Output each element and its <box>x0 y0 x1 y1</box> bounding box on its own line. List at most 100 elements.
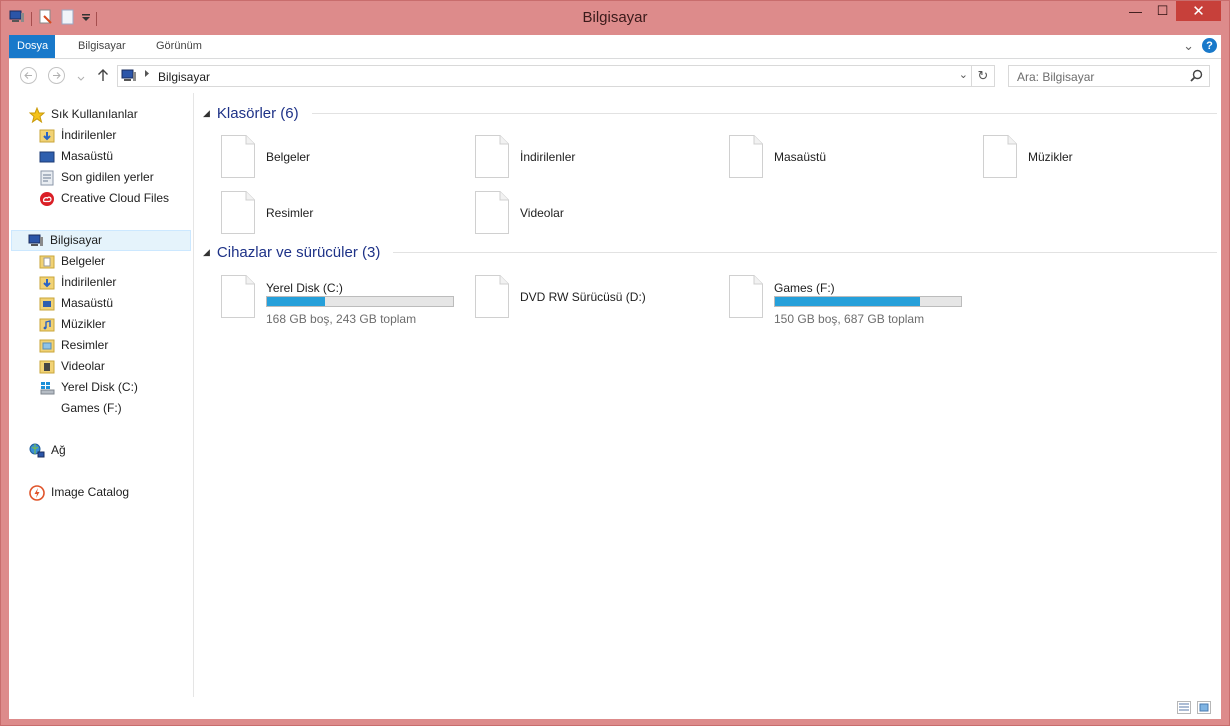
nav-favorites-downloads[interactable]: İndirilenler <box>39 125 116 146</box>
videos-folder-icon <box>39 360 55 373</box>
nav-favorites-creative-cloud[interactable]: Creative Cloud Files <box>39 188 169 209</box>
drive-tile-local-disk-c[interactable]: Yerel Disk (C:) 168 GB boş, 243 GB topla… <box>221 275 471 326</box>
explorer-window: Bilgisayar — ☐ ✕ Dosya Bilgisayar Görünü… <box>0 0 1230 726</box>
search-icon[interactable] <box>1190 69 1203 85</box>
windows-drive-icon <box>40 381 55 394</box>
documents-folder-icon <box>39 255 55 268</box>
nav-item-label: Müzikler <box>61 317 106 331</box>
drive-tile-dvd-rw-d[interactable]: DVD RW Sürücüsü (D:) <box>475 275 725 319</box>
back-button[interactable] <box>20 67 37 84</box>
arrow-left-icon <box>24 72 32 79</box>
address-dropdown-icon[interactable]: ⌄ <box>959 68 968 81</box>
drive-name: DVD RW Sürücüsü (D:) <box>520 290 646 304</box>
nav-computer-local-disk-c[interactable]: Yerel Disk (C:) <box>39 377 138 398</box>
drive-tile-games-f[interactable]: Games (F:) 150 GB boş, 687 GB toplam <box>729 275 979 326</box>
drive-name: Games (F:) <box>774 281 835 295</box>
pictures-folder-icon <box>39 339 55 352</box>
downloads-folder-icon <box>39 129 55 142</box>
group-divider <box>311 113 1217 114</box>
nav-favorites-recent[interactable]: Son gidilen yerler <box>39 167 154 188</box>
folder-name: Resimler <box>266 206 314 220</box>
nav-computer-label: Bilgisayar <box>50 233 103 247</box>
nav-computer-pictures[interactable]: Resimler <box>39 335 108 356</box>
folder-tile-pictures[interactable]: Resimler <box>221 191 471 235</box>
help-icon[interactable]: ? <box>1202 38 1217 53</box>
refresh-button[interactable]: ↻ <box>971 66 994 86</box>
drive-icon <box>729 275 763 318</box>
drive-usage-bar <box>266 296 454 307</box>
drive-icon <box>221 275 255 318</box>
group-divider <box>393 252 1217 253</box>
large-icons-view-icon[interactable] <box>1197 701 1211 714</box>
drives-group-title: Cihazlar ve sürücüler (3) <box>216 244 381 261</box>
forward-button[interactable] <box>48 67 65 84</box>
nav-computer-desktop[interactable]: Masaüstü <box>39 293 113 314</box>
nav-network-label: Ağ <box>51 443 66 457</box>
arrow-up-icon <box>98 69 108 81</box>
details-view-icon[interactable] <box>1177 701 1191 714</box>
nav-computer[interactable]: Bilgisayar <box>11 230 191 251</box>
desktop-icon <box>39 151 55 162</box>
items-view: ◢ Klasörler (6) Belgeler İndirilenler Ma… <box>195 93 1221 697</box>
arrow-right-icon <box>53 72 61 79</box>
folder-tile-desktop[interactable]: Masaüstü <box>729 135 979 179</box>
search-box[interactable]: Ara: Bilgisayar <box>1008 65 1210 87</box>
nav-item-label: Belgeler <box>61 254 106 268</box>
file-icon <box>221 191 255 234</box>
nav-computer-music[interactable]: Müzikler <box>39 314 106 335</box>
file-icon <box>475 135 509 178</box>
computer-icon <box>121 68 137 87</box>
nav-computer-games-f[interactable]: Games (F:) <box>39 398 122 419</box>
folder-name: Belgeler <box>266 150 311 164</box>
computer-icon <box>28 234 43 246</box>
minimize-button[interactable]: — <box>1122 1 1149 21</box>
caption-buttons: — ☐ ✕ <box>1122 1 1221 21</box>
folder-tile-downloads[interactable]: İndirilenler <box>475 135 725 179</box>
close-button[interactable]: ✕ <box>1176 1 1221 21</box>
nav-item-label: Masaüstü <box>61 149 114 163</box>
nav-image-catalog[interactable]: Image Catalog <box>29 482 129 503</box>
folder-name: Videolar <box>520 206 564 220</box>
status-bar <box>9 697 1221 719</box>
folder-tile-music[interactable]: Müzikler <box>983 135 1230 179</box>
drive-usage-bar <box>774 296 962 307</box>
nav-computer-downloads[interactable]: İndirilenler <box>39 272 116 293</box>
tab-computer[interactable]: Bilgisayar <box>66 35 138 58</box>
collapse-triangle-icon[interactable]: ◢ <box>203 247 210 258</box>
file-icon <box>729 135 763 178</box>
nav-item-label: Creative Cloud Files <box>61 191 170 205</box>
maximize-button[interactable]: ☐ <box>1149 1 1176 21</box>
window-title: Bilgisayar <box>582 9 648 26</box>
folders-group-title: Klasörler (6) <box>216 105 299 122</box>
downloads-folder-icon <box>39 276 55 289</box>
nav-image-catalog-label: Image Catalog <box>51 485 130 499</box>
nav-favorites[interactable]: Sık Kullanılanlar <box>29 104 138 125</box>
expand-ribbon-icon[interactable]: ⌄ <box>1183 39 1194 52</box>
breadcrumb-computer[interactable]: Bilgisayar <box>158 70 210 84</box>
drives-group-header[interactable]: ◢ Cihazlar ve sürücüler (3) <box>203 244 1217 261</box>
up-button[interactable] <box>97 68 109 85</box>
address-bar[interactable]: Bilgisayar ⌄ ↻ <box>117 65 995 87</box>
folder-tile-videos[interactable]: Videolar <box>475 191 725 235</box>
tab-view[interactable]: Görünüm <box>144 35 214 58</box>
ribbon-tabs: Dosya Bilgisayar Görünüm ⌄ ? <box>9 35 1221 59</box>
nav-computer-documents[interactable]: Belgeler <box>39 251 105 272</box>
file-icon <box>221 135 255 178</box>
tab-file[interactable]: Dosya <box>9 35 55 58</box>
nav-item-label: Games (F:) <box>61 401 122 415</box>
nav-favorites-desktop[interactable]: Masaüstü <box>39 146 113 167</box>
search-placeholder: Ara: Bilgisayar <box>1017 70 1095 84</box>
drive-space-text: 168 GB boş, 243 GB toplam <box>266 312 417 326</box>
navigation-bar: Bilgisayar ⌄ ↻ Ara: Bilgisayar <box>9 59 1221 93</box>
breadcrumb-chevron-icon[interactable] <box>144 69 150 81</box>
nav-computer-videos[interactable]: Videolar <box>39 356 105 377</box>
nav-network[interactable]: Ağ <box>29 440 66 461</box>
nav-item-label: Videolar <box>61 359 105 373</box>
folders-group-header[interactable]: ◢ Klasörler (6) <box>203 105 1217 122</box>
nav-favorites-label: Sık Kullanılanlar <box>51 107 138 121</box>
recent-locations-button[interactable] <box>77 71 85 85</box>
collapse-triangle-icon[interactable]: ◢ <box>203 108 210 119</box>
ribbon-right-controls: ⌄ ? <box>1183 38 1217 53</box>
folder-tile-documents[interactable]: Belgeler <box>221 135 471 179</box>
file-icon <box>983 135 1017 178</box>
